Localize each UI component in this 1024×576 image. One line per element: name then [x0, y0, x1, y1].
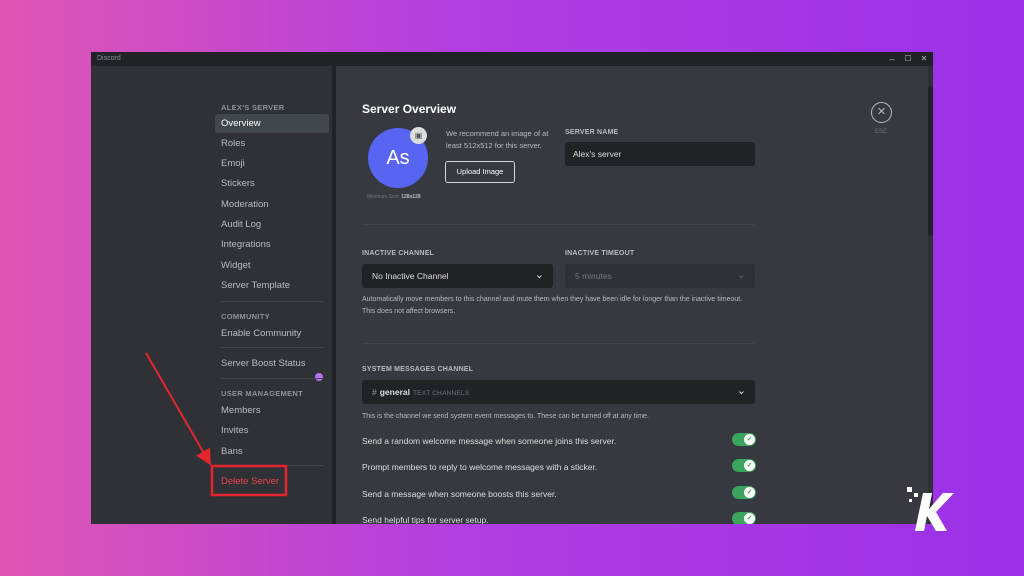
setup-tips-toggle[interactable]: ✓ [732, 512, 756, 524]
sidebar-divider [221, 465, 323, 466]
settings-sidebar: ALEX'S SERVER Overview Roles Emoji Stick… [91, 66, 336, 524]
sticker-reply-toggle[interactable]: ✓ [732, 459, 756, 472]
sidebar-item-roles[interactable]: Roles [215, 134, 329, 153]
sidebar-divider [221, 378, 323, 379]
min-size-label: Minimum Size: [367, 194, 400, 200]
toggle-label: Prompt members to reply to welcome messa… [362, 462, 598, 472]
sidebar-item-moderation[interactable]: Moderation [215, 195, 329, 214]
hashtag-icon: # [372, 387, 377, 397]
sidebar-item-server-template[interactable]: Server Template [215, 276, 329, 295]
section-divider [362, 224, 754, 225]
sidebar-item-overview[interactable]: Overview [215, 114, 329, 133]
scrollbar-thumb[interactable] [928, 86, 933, 236]
toggle-label: Send a random welcome message when someo… [362, 436, 617, 446]
check-icon: ✓ [744, 487, 755, 498]
minimize-button[interactable]: – [885, 53, 899, 65]
inactive-timeout-label: INACTIVE TIMEOUT [565, 250, 635, 257]
toggle-label: Send helpful tips for server setup. [362, 515, 489, 524]
brand-logo [907, 487, 954, 531]
system-help-text: This is the channel we send system event… [362, 413, 649, 420]
close-settings-button[interactable]: ✕ [871, 102, 892, 123]
sidebar-section-server: ALEX'S SERVER [221, 103, 285, 112]
sidebar-item-emoji[interactable]: Emoji [215, 154, 329, 173]
sidebar-item-widget[interactable]: Widget [215, 256, 329, 275]
min-size-value: 128x128 [401, 194, 421, 200]
page-title: Server Overview [362, 102, 457, 116]
inactive-timeout-select[interactable]: 5 minutes ⌄ [565, 264, 755, 288]
maximize-button[interactable]: ☐ [901, 53, 915, 65]
close-window-button[interactable]: ✕ [917, 53, 931, 65]
sidebar-divider [221, 347, 323, 348]
sidebar-section-user-management: USER MANAGEMENT [221, 389, 304, 398]
sidebar-item-stickers[interactable]: Stickers [215, 174, 329, 193]
toggle-row: Send helpful tips for server setup. ✓ [362, 512, 756, 524]
boost-badge-icon [315, 373, 323, 381]
sidebar-item-integrations[interactable]: Integrations [215, 235, 329, 254]
discord-window: Discord – ☐ ✕ ALEX'S SERVER Overview Rol… [91, 52, 933, 524]
sidebar-item-members[interactable]: Members [215, 401, 329, 420]
sidebar-item-enable-community[interactable]: Enable Community [215, 324, 329, 343]
upload-image-button[interactable]: Upload Image [445, 161, 515, 183]
inactive-help-text: Automatically move members to this chann… [362, 296, 743, 315]
server-name-input[interactable]: Alex's server [565, 142, 755, 166]
sidebar-section-community: COMMUNITY [221, 312, 270, 321]
server-overview-panel: Server Overview As ▣ Minimum Size: 128x1… [336, 66, 933, 524]
toggle-row: Prompt members to reply to welcome messa… [362, 459, 756, 475]
system-channel-label: SYSTEM MESSAGES CHANNEL [362, 366, 474, 373]
sidebar-item-delete-server[interactable]: Delete Server [215, 472, 329, 491]
check-icon: ✓ [744, 434, 755, 445]
boost-message-toggle[interactable]: ✓ [732, 486, 756, 499]
toggle-row: Send a random welcome message when someo… [362, 433, 756, 449]
inactive-channel-label: INACTIVE CHANNEL [362, 250, 435, 257]
title-bar: Discord – ☐ ✕ [91, 52, 933, 66]
chevron-down-icon: ⌄ [736, 385, 746, 397]
sidebar-item-audit-log[interactable]: Audit Log [215, 215, 329, 234]
sidebar-item-invites[interactable]: Invites [215, 421, 329, 440]
image-recommendation: We recommend an image of at least 512x51… [446, 129, 549, 150]
inactive-channel-select[interactable]: No Inactive Channel ⌄ [362, 264, 553, 288]
esc-label: ESC [875, 129, 888, 135]
sidebar-item-server-boost-status[interactable]: Server Boost Status [215, 354, 329, 373]
add-image-icon[interactable]: ▣ [410, 127, 427, 144]
toggle-label: Send a message when someone boosts this … [362, 489, 557, 499]
inactive-channel-value: No Inactive Channel [372, 271, 449, 281]
check-icon: ✓ [744, 460, 755, 471]
sidebar-item-bans[interactable]: Bans [215, 442, 329, 461]
welcome-message-toggle[interactable]: ✓ [732, 433, 756, 446]
min-size-hint: Minimum Size: 128x128 [367, 194, 421, 200]
check-icon: ✓ [744, 513, 755, 524]
toggle-row: Send a message when someone boosts this … [362, 486, 756, 502]
main-scrollbar[interactable] [928, 66, 933, 524]
chevron-down-icon: ⌄ [534, 269, 544, 281]
system-channel-category: TEXT CHANNELS [412, 390, 470, 397]
system-channel-name: general [379, 387, 410, 397]
app-title: Discord [97, 55, 121, 62]
server-name-label: SERVER NAME [565, 129, 619, 136]
chevron-down-icon: ⌄ [736, 269, 746, 281]
inactive-timeout-value: 5 minutes [575, 271, 612, 281]
section-divider [362, 343, 754, 344]
system-channel-select[interactable]: # general TEXT CHANNELS ⌄ [362, 380, 755, 404]
sidebar-divider [221, 301, 323, 302]
